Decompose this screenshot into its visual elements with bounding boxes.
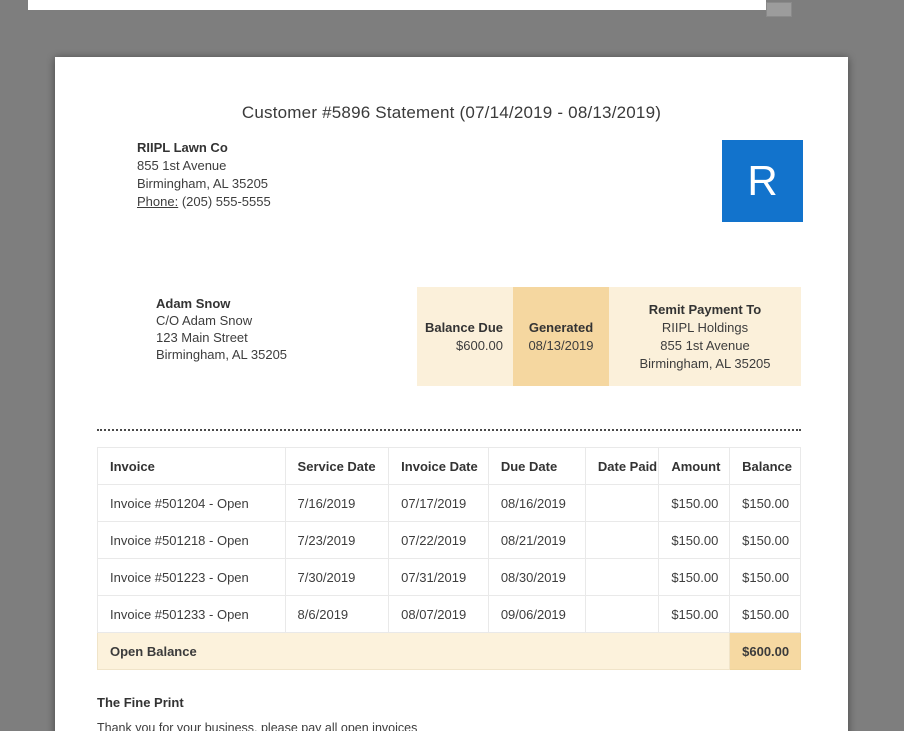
- table-cell: 08/30/2019: [487, 558, 586, 596]
- open-balance-label: Open Balance: [96, 632, 731, 670]
- statement-page: Customer #5896 Statement (07/14/2019 - 0…: [55, 57, 848, 731]
- table-cell: [584, 558, 660, 596]
- table-header-row: Invoice Service Date Invoice Date Due Date D…: [97, 447, 801, 485]
- company-name: RIIPL Lawn Co: [137, 140, 228, 155]
- customer-name: Adam Snow: [156, 296, 231, 311]
- table-row: Invoice #501204 - Open 7/16/2019 07/17/201…: [97, 484, 801, 522]
- column-header: Due Date: [487, 447, 586, 485]
- company-logo: R: [722, 140, 803, 222]
- table-cell: $150.00: [658, 595, 731, 633]
- table-cell: $150.00: [658, 521, 731, 559]
- column-header: Service Date: [284, 447, 390, 485]
- summary-panel: Balance Due $600.00 Generated 08/13/2019…: [417, 287, 801, 386]
- table-cell: Invoice #501218 - Open: [97, 521, 286, 559]
- table-cell: 07/17/2019: [388, 484, 489, 522]
- generated-value: 08/13/2019: [528, 337, 594, 353]
- table-cell: 08/07/2019: [388, 595, 489, 633]
- remit-line3: Birmingham, AL 35205: [639, 355, 771, 371]
- phone-label: Phone:: [137, 194, 179, 209]
- customer-line1: C/O Adam Snow: [156, 313, 253, 328]
- fine-print-text: Thank you for your business, please pay …: [97, 721, 418, 731]
- table-cell: [584, 484, 660, 522]
- table-row: Invoice #501223 - Open 7/30/2019 07/31/201…: [97, 558, 801, 596]
- table-row: Invoice #501218 - Open 7/23/2019 07/22/201…: [97, 521, 801, 559]
- table-cell: Invoice #501204 - Open: [97, 484, 286, 522]
- generated-cell: Generated 08/13/2019: [513, 287, 609, 386]
- table-cell: 07/22/2019: [388, 521, 489, 559]
- table-cell: 8/6/2019: [284, 595, 390, 633]
- customer-line3: Birmingham, AL 35205: [156, 347, 288, 362]
- balance-due-label: Balance Due: [424, 319, 503, 335]
- remit-line2: 855 1st Avenue: [660, 337, 750, 353]
- company-info: RIIPL Lawn Co 855 1st Avenue Birmingham,…: [137, 139, 271, 211]
- table-cell: [584, 521, 660, 559]
- balance-due-value: $600.00: [456, 337, 503, 353]
- table-cell: [584, 595, 660, 633]
- table-cell: $150.00: [658, 558, 731, 596]
- table-cell: $150.00: [729, 521, 801, 559]
- invoice-table-body: Invoice #501204 - Open 7/16/2019 07/17/201…: [97, 484, 801, 633]
- logo-letter: R: [747, 157, 778, 204]
- table-cell: 08/16/2019: [487, 484, 586, 522]
- remit-line1: RIIPL Holdings: [661, 319, 749, 335]
- open-balance-row: Open Balance $600.00: [96, 632, 801, 670]
- column-header: Amount: [658, 447, 731, 485]
- table-cell: 7/30/2019: [284, 558, 390, 596]
- balance-due-cell: Balance Due $600.00: [417, 287, 513, 386]
- invoice-table: Invoice Service Date Invoice Date Due Date D…: [96, 447, 801, 670]
- customer-info: Adam Snow C/O Adam Snow 123 Main Street …: [156, 295, 287, 363]
- table-row: Invoice #501233 - Open 8/6/2019 08/07/2019…: [97, 595, 801, 633]
- remit-payment-cell: Remit Payment To RIIPL Holdings 855 1st …: [609, 287, 801, 386]
- column-header: Invoice: [97, 447, 286, 485]
- remit-label: Remit Payment To: [648, 301, 762, 317]
- table-cell: $150.00: [658, 484, 731, 522]
- table-cell: Invoice #501233 - Open: [97, 595, 286, 633]
- generated-label: Generated: [528, 319, 594, 335]
- table-cell: 7/23/2019: [284, 521, 390, 559]
- table-cell: 09/06/2019: [487, 595, 586, 633]
- table-cell: Invoice #501223 - Open: [97, 558, 286, 596]
- table-cell: 08/21/2019: [487, 521, 586, 559]
- fine-print-heading: The Fine Print: [97, 695, 184, 710]
- phone-value: (205) 555-5555: [181, 194, 271, 209]
- table-cell: $150.00: [729, 595, 801, 633]
- table-cell: $150.00: [729, 558, 801, 596]
- table-cell: $150.00: [729, 484, 801, 522]
- page-title: Customer #5896 Statement (07/14/2019 - 0…: [241, 103, 662, 122]
- dashed-divider: [97, 429, 801, 431]
- previous-page-edge: [28, 0, 766, 10]
- table-cell: 7/16/2019: [284, 484, 390, 522]
- company-phone: Phone: (205) 555-5555: [137, 193, 271, 211]
- viewer-background: Customer #5896 Statement (07/14/2019 - 0…: [0, 0, 904, 731]
- company-address-line1: 855 1st Avenue: [137, 158, 227, 173]
- scrollbar-thumb[interactable]: [766, 2, 792, 17]
- customer-line2: 123 Main Street: [156, 330, 248, 345]
- table-cell: 07/31/2019: [388, 558, 489, 596]
- column-header: Balance: [729, 447, 801, 485]
- column-header: Date Paid: [584, 447, 660, 485]
- column-header: Invoice Date: [388, 447, 489, 485]
- company-address-line2: Birmingham, AL 35205: [137, 176, 269, 191]
- open-balance-value: $600.00: [729, 632, 801, 670]
